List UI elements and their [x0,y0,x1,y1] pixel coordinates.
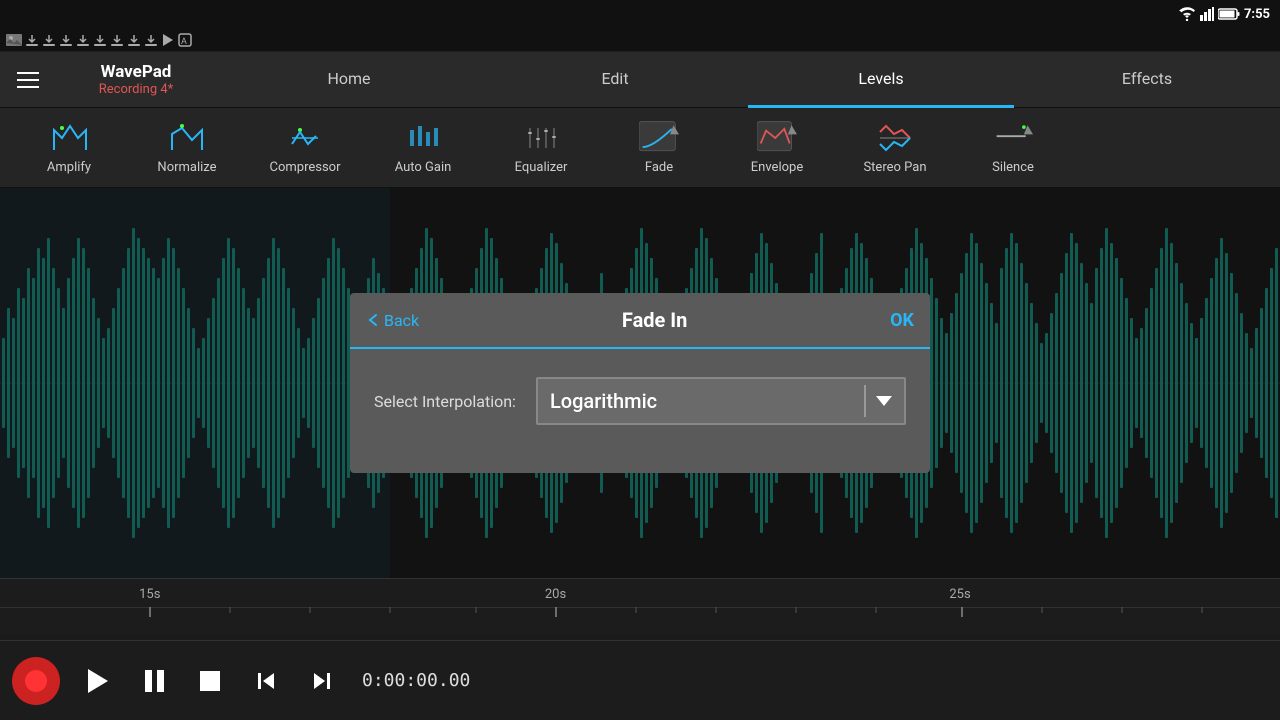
app-title-block: WavePad Recording 4* [56,62,216,97]
silence-label: Silence [992,160,1034,175]
compressor-icon [285,120,325,156]
tool-amplify[interactable]: Amplify [10,111,128,185]
dialog-title: Fade In [419,308,890,332]
ok-button[interactable]: OK [890,310,914,331]
app-icon: A [178,33,192,47]
interpolation-select[interactable]: Logarithmic [536,377,906,425]
interpolation-label: Select Interpolation: [374,392,516,411]
photo-icon [6,34,22,46]
dialog-overlay: Back Fade In OK Select Interpolation: Lo… [0,188,1280,578]
fade-label: Fade [645,160,673,175]
dialog-header: Back Fade In OK [350,293,930,349]
tab-effects[interactable]: Effects [1014,52,1280,108]
fade-in-dialog: Back Fade In OK Select Interpolation: Lo… [350,293,930,473]
transport-bar: 0:00:00.00 [0,640,1280,720]
play-notification-icon [161,33,175,47]
tab-edit[interactable]: Edit [482,52,748,108]
levels-toolbar: Amplify Normalize Compressor Auto Gain [0,108,1280,188]
svg-text:A: A [181,37,187,47]
normalize-label: Normalize [157,160,216,175]
autogain-label: Auto Gain [395,160,452,175]
back-button[interactable]: Back [366,311,419,330]
record-button[interactable] [12,657,60,705]
download-icon-8 [144,33,158,47]
skip-next-button[interactable] [294,653,350,709]
amplify-icon [49,120,89,156]
time-display: 0:00:00.00 [362,670,470,691]
stop-icon [200,671,220,691]
autogain-icon [403,120,443,156]
download-icon-4 [76,33,90,47]
wifi-icon [1178,7,1196,21]
record-dot [25,670,47,692]
nav-tabs: Home Edit Levels Effects [216,52,1280,108]
timeline-labels: 15s 20s 25s [0,579,1280,607]
timeline-ticks [0,607,1280,627]
waveform-container: ↔ [0,188,1280,578]
signal-icon [1200,7,1214,21]
app-toolbar: WavePad Recording 4* Home Edit Levels Ef… [0,52,1280,108]
download-icon-6 [110,33,124,47]
interpolation-value: Logarithmic [550,389,864,413]
timeline: 15s 20s 25s [0,578,1280,634]
pause-icon [145,670,164,692]
equalizer-icon [521,120,561,156]
timeline-15s: 15s [139,587,160,602]
envelope-label: Envelope [751,160,803,175]
stop-button[interactable] [182,653,238,709]
back-label: Back [384,311,419,330]
amplify-label: Amplify [47,160,91,175]
battery-icon [1218,8,1240,20]
download-icon-3 [59,33,73,47]
skip-prev-button[interactable] [238,653,294,709]
recording-name: Recording 4* [56,82,216,97]
tab-home[interactable]: Home [216,52,482,108]
play-icon [88,669,108,693]
tool-compressor[interactable]: Compressor [246,111,364,185]
normalize-icon [167,120,207,156]
dialog-body: Select Interpolation: Logarithmic [350,349,930,473]
download-icon-2 [42,33,56,47]
pause-button[interactable] [126,653,182,709]
equalizer-label: Equalizer [515,160,568,175]
play-button[interactable] [70,653,126,709]
tool-stereopan[interactable]: Stereo Pan [836,111,954,185]
download-icon-5 [93,33,107,47]
notification-bar: A [0,28,1280,52]
timeline-20s: 20s [545,587,566,602]
download-icon-7 [127,33,141,47]
app-name: WavePad [56,62,216,82]
fade-icon [639,120,679,156]
envelope-icon [757,120,797,156]
chevron-down-icon [876,396,892,406]
tool-equalizer[interactable]: Equalizer [482,111,600,185]
tool-autogain[interactable]: Auto Gain [364,111,482,185]
timeline-25s: 25s [949,587,970,602]
tool-envelope[interactable]: Envelope [718,111,836,185]
skip-prev-icon [255,670,277,692]
tab-levels[interactable]: Levels [748,52,1014,108]
stereopan-label: Stereo Pan [863,160,926,175]
skip-next-icon [311,670,333,692]
status-icons: 7:55 [1178,7,1270,22]
status-bar: 7:55 [0,0,1280,28]
tool-normalize[interactable]: Normalize [128,111,246,185]
compressor-label: Compressor [270,160,341,175]
silence-icon [993,120,1033,156]
tool-fade[interactable]: Fade [600,111,718,185]
tool-silence[interactable]: Silence [954,111,1072,185]
menu-button[interactable] [0,52,56,108]
status-time: 7:55 [1244,7,1270,22]
download-icon-1 [25,33,39,47]
select-divider [864,385,866,417]
stereopan-icon [875,120,915,156]
